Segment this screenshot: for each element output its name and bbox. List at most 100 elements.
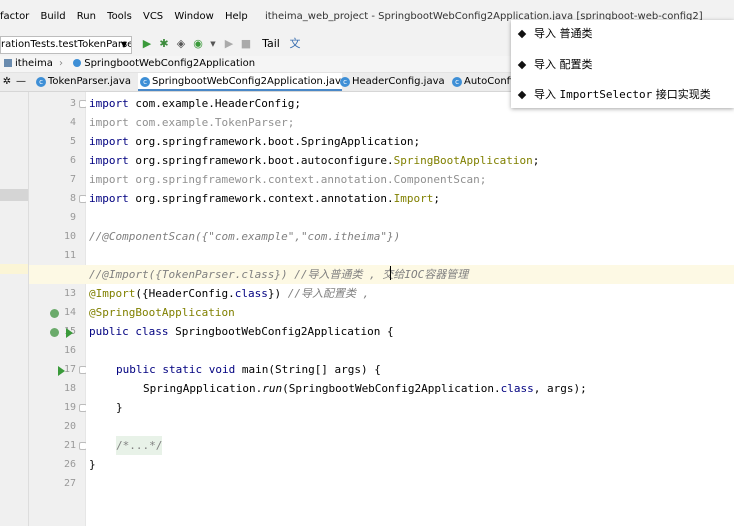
chevron-down-icon[interactable]: ▼ bbox=[206, 37, 220, 51]
code-text: com.example.HeaderConfig; bbox=[128, 97, 301, 110]
bullet-icon bbox=[517, 29, 527, 39]
code-text: SpringbootWebConfig2Application { bbox=[168, 325, 394, 338]
gear-icon[interactable]: ✲ bbox=[0, 75, 14, 89]
project-selected-row[interactable] bbox=[0, 189, 28, 201]
minimize-icon[interactable]: — bbox=[14, 75, 28, 89]
code-text: main(String[] args) { bbox=[235, 363, 381, 376]
line-number: 14 bbox=[63, 307, 76, 318]
folded-comment[interactable]: /*...*/ bbox=[116, 436, 163, 455]
popup-item: 导入 ImportSelector 接口实现类 bbox=[517, 87, 711, 103]
code-text: com.example.TokenParser; bbox=[128, 116, 295, 129]
line-number: 8 bbox=[69, 193, 76, 204]
popup-item-prefix: 导入 bbox=[534, 58, 556, 71]
menu-build[interactable]: Build bbox=[40, 0, 65, 34]
code-line: import org.springframework.context.annot… bbox=[89, 170, 486, 189]
comment-text: //@ComponentScan({ bbox=[89, 230, 209, 243]
keyword: import bbox=[89, 135, 129, 148]
comment-text: "com.itheima" bbox=[300, 230, 388, 243]
line-number: 26 bbox=[63, 459, 76, 470]
project-tool-window[interactable] bbox=[0, 92, 29, 526]
code-line: import org.springframework.boot.autoconf… bbox=[89, 151, 539, 170]
line-number: 3 bbox=[69, 98, 76, 109]
popup-item-text: 配置类 bbox=[559, 58, 593, 71]
annotation-text: @Import bbox=[89, 287, 136, 300]
line-number: 6 bbox=[69, 155, 76, 166]
keyword: import bbox=[89, 192, 129, 205]
line-number: 11 bbox=[63, 250, 76, 261]
menu-window[interactable]: Window bbox=[174, 0, 213, 34]
popup-item: 导入 普通类 bbox=[517, 26, 593, 42]
menu-refactor[interactable]: factor bbox=[0, 0, 29, 34]
editor-gutter[interactable]: 3 4 5 6 7 8 9 10 11 12 13 14 15 16 17 18… bbox=[29, 92, 87, 526]
spring-bean-icon[interactable] bbox=[50, 309, 59, 318]
code-line: @Import({HeaderConfig.class}) //导入配置类 , bbox=[89, 284, 369, 303]
keyword: public class bbox=[89, 325, 169, 338]
text-cursor bbox=[390, 266, 391, 280]
code-text: , args); bbox=[533, 382, 587, 395]
code-text: ({HeaderConfig. bbox=[135, 287, 235, 300]
code-line: SpringApplication.run(SpringbootWebConfi… bbox=[143, 379, 587, 398]
tab-springboot-app[interactable]: c SpringbootWebConfig2Application.java bbox=[138, 73, 347, 91]
comment-text: "com.example" bbox=[208, 230, 295, 243]
annotation-text: SpringBootApplication bbox=[393, 154, 533, 167]
tab-label: HeaderConfig.java bbox=[352, 76, 445, 87]
comment-text: //导入配置类 , bbox=[287, 287, 370, 300]
popup-item-prefix: 导入 bbox=[534, 88, 556, 101]
code-line: } bbox=[89, 458, 96, 471]
tab-header-config[interactable]: c HeaderConfig.java bbox=[338, 73, 445, 91]
menu-tools[interactable]: Tools bbox=[107, 0, 132, 34]
code-line: //@ComponentScan({"com.example","com.ith… bbox=[89, 227, 400, 246]
debug-icon[interactable]: ✱ bbox=[157, 37, 171, 51]
code-line: import org.springframework.boot.SpringAp… bbox=[89, 132, 420, 151]
line-number: 10 bbox=[63, 231, 76, 242]
run-config-label: rationTests.testTokenParser bbox=[1, 39, 132, 50]
stop-icon[interactable]: ■ bbox=[239, 37, 253, 51]
class-icon bbox=[73, 59, 82, 67]
code-text: run bbox=[262, 382, 283, 395]
run-class-icon[interactable] bbox=[66, 328, 73, 338]
code-text: ; bbox=[433, 192, 441, 205]
code-line: import com.example.TokenParser; bbox=[89, 113, 294, 132]
line-number: 20 bbox=[63, 421, 76, 432]
keyword: import bbox=[89, 154, 129, 167]
line-number: 21 bbox=[63, 440, 76, 451]
tab-auto-config[interactable]: c AutoConfig bbox=[450, 73, 519, 91]
line-number: 18 bbox=[63, 383, 76, 394]
line-number: 9 bbox=[69, 212, 76, 223]
coverage-icon[interactable]: ◈ bbox=[174, 37, 188, 51]
profile-icon[interactable]: ◉ bbox=[191, 37, 205, 51]
comment-text: , bbox=[294, 230, 301, 243]
menu-vcs[interactable]: VCS bbox=[143, 0, 163, 34]
line-number: 19 bbox=[63, 402, 76, 413]
popup-item-text: 接口实现类 bbox=[655, 88, 711, 101]
keyword: class bbox=[234, 287, 268, 300]
line-number: 4 bbox=[69, 117, 76, 128]
menu-help[interactable]: Help bbox=[225, 0, 248, 34]
code-line: public class SpringbootWebConfig2Applica… bbox=[89, 322, 394, 341]
annotation-text: Import bbox=[393, 192, 434, 205]
line-number: 7 bbox=[69, 174, 76, 185]
run-icon[interactable]: ▶ bbox=[140, 37, 154, 51]
breadcrumb-project[interactable]: itheima bbox=[15, 58, 53, 69]
keyword: import bbox=[89, 173, 129, 186]
spring-bean-icon[interactable] bbox=[50, 328, 59, 337]
code-text: org.springframework.context.annotation.C… bbox=[128, 173, 487, 186]
keyword: import bbox=[89, 116, 129, 129]
popup-item-text: 普通类 bbox=[559, 27, 593, 40]
translate-icon[interactable]: 文 bbox=[288, 37, 302, 51]
resume-icon[interactable]: ▶ bbox=[222, 37, 236, 51]
tab-token-parser[interactable]: c TokenParser.java bbox=[34, 73, 131, 91]
tab-label: SpringbootWebConfig2Application.java bbox=[152, 76, 348, 87]
code-text: org.springframework.context.annotation. bbox=[128, 192, 394, 205]
popup-item-code: ImportSelector bbox=[559, 88, 653, 101]
code-text: }) bbox=[267, 287, 288, 300]
bullet-icon bbox=[517, 60, 527, 70]
run-config-select[interactable]: rationTests.testTokenParser ▼ bbox=[0, 36, 132, 54]
code-editor[interactable]: import com.example.HeaderConfig; import … bbox=[29, 92, 734, 526]
tail-button[interactable]: Tail bbox=[258, 37, 284, 51]
menu-run[interactable]: Run bbox=[77, 0, 96, 34]
class-icon: c bbox=[452, 77, 462, 87]
breadcrumb-file[interactable]: SpringbootWebConfig2Application bbox=[84, 58, 255, 69]
run-main-icon[interactable] bbox=[58, 366, 65, 376]
class-icon: c bbox=[140, 77, 150, 87]
